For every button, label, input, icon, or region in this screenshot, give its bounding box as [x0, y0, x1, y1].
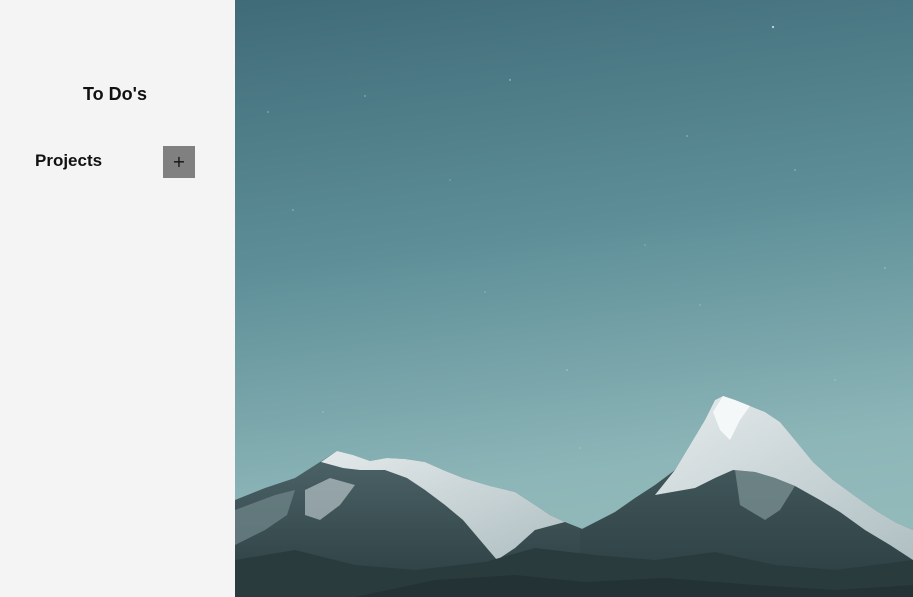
sidebar: To Do's Projects +	[0, 0, 235, 597]
add-project-button[interactable]: +	[163, 146, 195, 178]
main-content	[235, 0, 913, 597]
app-window: To Do's Projects +	[0, 0, 913, 597]
mountain-landscape-image	[235, 0, 913, 597]
app-title: To Do's	[83, 84, 147, 104]
projects-header: Projects +	[35, 146, 195, 178]
projects-label: Projects	[35, 151, 103, 170]
plus-icon: +	[172, 152, 186, 171]
